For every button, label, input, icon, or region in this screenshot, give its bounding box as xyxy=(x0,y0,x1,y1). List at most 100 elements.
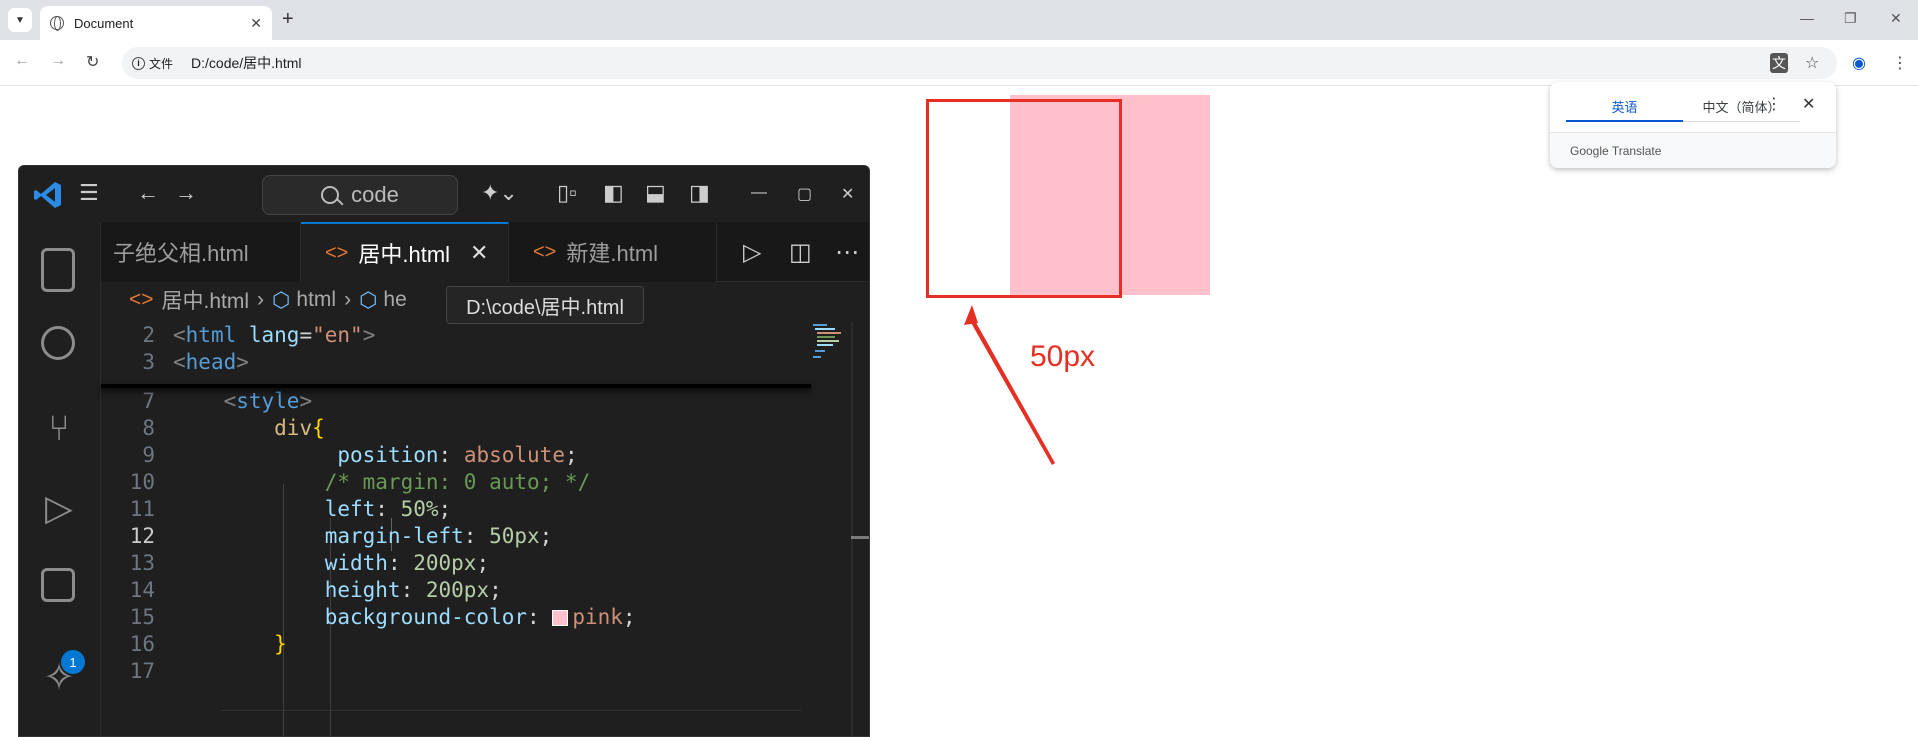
vscode-minimize-button[interactable]: — xyxy=(751,184,767,202)
translate-icon[interactable]: 文 xyxy=(1770,53,1788,73)
vscode-logo-icon xyxy=(34,182,61,208)
menu-dots-icon[interactable]: ⋮ xyxy=(1892,53,1908,73)
run-icon[interactable]: ▷ xyxy=(743,238,761,267)
color-swatch xyxy=(552,609,569,626)
line-number: 11 xyxy=(129,496,155,521)
code-token: /* margin: 0 auto; */ xyxy=(324,469,591,494)
element-icon: ⬡ xyxy=(272,288,291,312)
translate-source-tab[interactable]: 英语 xyxy=(1566,92,1683,122)
code-token: ; xyxy=(539,523,553,548)
info-icon[interactable]: i xyxy=(132,56,145,70)
toggle-secondary-sidebar-icon[interactable]: ◨ xyxy=(689,180,710,206)
copilot-chat-icon[interactable]: ✧ xyxy=(37,656,81,700)
profile-icon[interactable]: ◉ xyxy=(1852,53,1866,73)
window-close-button[interactable]: ✕ xyxy=(1890,10,1902,27)
code-token: head xyxy=(185,349,237,374)
extensions-icon[interactable] xyxy=(41,568,75,602)
tab-zijuefuxiang[interactable]: 子绝父相.html xyxy=(101,222,301,282)
more-actions-icon[interactable]: ⋯ xyxy=(835,238,859,267)
reload-icon[interactable]: ↻ xyxy=(86,52,99,72)
html-file-icon: <> xyxy=(533,240,557,263)
code-token: margin-left xyxy=(324,523,464,548)
element-icon: ⬡ xyxy=(359,288,378,312)
address-scheme-label: 文件 xyxy=(149,56,174,71)
code-token: < xyxy=(173,322,186,347)
editor-scrollbar[interactable] xyxy=(851,322,870,737)
toggle-sidebar-icon[interactable]: ◧ xyxy=(603,180,624,206)
chevron-right-icon: › xyxy=(344,288,352,311)
explorer-icon[interactable] xyxy=(41,248,75,292)
customize-layout-icon[interactable]: ▯▫ xyxy=(557,180,577,206)
annotation-arrow xyxy=(964,305,1055,465)
breadcrumb-head[interactable]: he xyxy=(383,288,406,312)
toggle-panel-icon[interactable]: ⬓ xyxy=(645,180,666,206)
back-arrow-icon[interactable]: ← xyxy=(137,180,159,206)
code-token: > xyxy=(236,349,249,374)
tab-juzhong[interactable]: <> 居中.html ✕ xyxy=(301,222,509,282)
restore-button[interactable]: ❐ xyxy=(1844,10,1857,27)
vscode-maximize-button[interactable]: ▢ xyxy=(797,184,812,204)
code-text: /* margin: 0 auto; */ xyxy=(173,470,801,494)
breadcrumb-html[interactable]: html xyxy=(296,288,336,312)
address-text[interactable]: D:/code/居中.html xyxy=(191,53,301,73)
code-token: < xyxy=(173,349,186,374)
line-number: 2 xyxy=(142,322,155,347)
code-token: 50px xyxy=(489,523,540,548)
editor-tabs: 子绝父相.html <> 居中.html ✕ <> 新建.html ▷ ◫ ⋯ xyxy=(101,222,869,282)
tab-search-button[interactable]: ▼ xyxy=(8,8,32,32)
translate-close-icon[interactable]: ✕ xyxy=(1802,94,1815,114)
copilot-icon[interactable]: ✦⌄ xyxy=(481,180,518,206)
split-editor-icon[interactable]: ◫ xyxy=(789,238,812,267)
hamburger-menu-icon[interactable]: ☰ xyxy=(79,180,99,206)
code-text: <head> xyxy=(173,350,801,374)
code-text: margin-left: 50px; xyxy=(173,524,801,548)
run-debug-icon[interactable]: ▷ xyxy=(37,486,81,530)
minimap[interactable] xyxy=(811,322,851,382)
code-token: width xyxy=(324,550,388,575)
code-text: <html lang="en"> xyxy=(173,323,801,347)
code-token: ; xyxy=(564,442,578,467)
forward-arrow-icon[interactable]: → xyxy=(50,52,66,70)
minimap-line xyxy=(817,336,835,338)
new-tab-button[interactable]: + xyxy=(282,8,294,31)
translate-target-tab[interactable]: 中文（简体） xyxy=(1683,92,1800,122)
vscode-close-button[interactable]: ✕ xyxy=(841,184,854,204)
code-token: absolute xyxy=(463,442,565,467)
tab-title: Document xyxy=(74,15,134,31)
translate-more-icon[interactable]: ⋮ xyxy=(1766,94,1782,114)
address-bar[interactable]: i 文件 D:/code/居中.html xyxy=(122,47,1837,79)
minimize-button[interactable]: — xyxy=(1800,10,1814,26)
search-icon[interactable] xyxy=(41,326,75,360)
code-line[interactable]: 17 xyxy=(101,654,801,687)
code-token: div xyxy=(274,415,313,440)
code-line[interactable]: 3 <head> xyxy=(101,345,801,378)
code-token: height xyxy=(324,577,401,602)
forward-arrow-icon[interactable]: → xyxy=(175,180,197,206)
star-icon[interactable]: ☆ xyxy=(1805,53,1819,73)
current-line-highlight xyxy=(221,710,801,736)
code-token: lang xyxy=(248,322,300,347)
tab-close-icon[interactable]: ✕ xyxy=(470,240,488,266)
tab-close-icon[interactable]: ✕ xyxy=(250,15,262,32)
translate-popup: 英语 中文（简体） ⋮ ✕ Google Translate xyxy=(1550,82,1836,168)
code-token: { xyxy=(312,415,325,440)
breadcrumb-file[interactable]: 居中.html xyxy=(162,285,250,315)
browser-tab[interactable]: Document ✕ xyxy=(40,6,272,40)
annotation-frame xyxy=(926,99,1122,298)
source-control-icon[interactable]: ⑂ xyxy=(37,406,81,450)
tab-xinjian[interactable]: <> 新建.html xyxy=(509,222,717,282)
code-token: : xyxy=(438,442,464,467)
command-center-search[interactable]: code xyxy=(262,175,458,215)
code-token: style xyxy=(236,388,300,413)
minimap-line xyxy=(817,344,833,346)
minimap-line xyxy=(817,340,839,342)
code-editor[interactable]: 2 <html lang="en"> 3 <head> 7 <style> 8 div{9… xyxy=(101,318,811,736)
code-token: : xyxy=(375,496,401,521)
back-arrow-icon[interactable]: ← xyxy=(14,52,30,70)
line-number: 3 xyxy=(142,349,155,374)
code-token: ; xyxy=(489,577,502,602)
code-token: < xyxy=(223,388,237,413)
